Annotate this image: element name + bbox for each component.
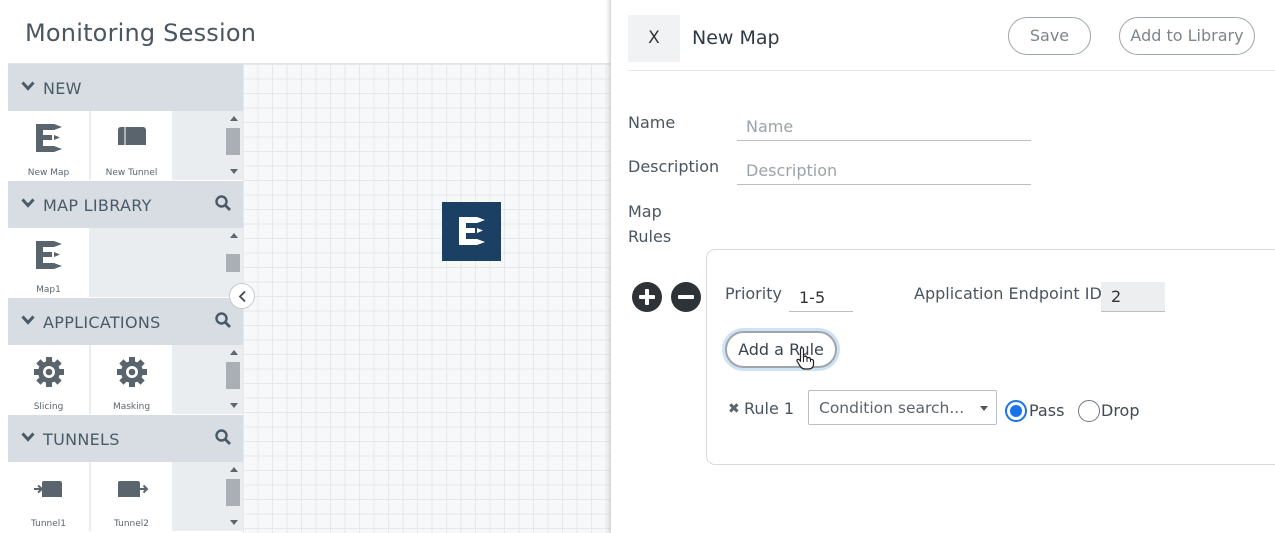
palette-item-label: New Map [27, 168, 70, 178]
add-rule-set-button[interactable] [632, 282, 662, 312]
gear-icon [34, 357, 64, 387]
new-map-drawer: X New Map Save Add to Library Name Descr… [610, 0, 1275, 533]
section-label: NEW [43, 79, 82, 98]
palette-item-map1[interactable]: Map1 [8, 228, 89, 297]
collapse-palette-button[interactable] [229, 283, 255, 309]
caret-down-icon [980, 406, 988, 411]
section-header-applications[interactable]: APPLICATIONS [8, 298, 243, 345]
palette-item-tunnel2[interactable]: Tunnel2 [91, 462, 172, 531]
priority-label: Priority [725, 284, 782, 303]
monitoring-session-panel: Monitoring Session NEW New Map New Tunne… [0, 0, 612, 533]
hand-pointer-icon [796, 347, 815, 370]
save-button[interactable]: Save [1008, 17, 1091, 55]
map-icon [36, 241, 62, 269]
rule-label: Rule 1 [744, 399, 795, 418]
section-body-map-library: Map1 [8, 228, 243, 297]
remove-rule-set-button[interactable] [671, 282, 701, 312]
section-label: MAP LIBRARY [43, 196, 152, 215]
condition-search-placeholder: Condition search... [819, 399, 965, 417]
tunnel-icon [34, 481, 62, 497]
pass-radio[interactable] [1005, 400, 1027, 422]
palette: NEW New Map New Tunnel MAP LIBRARY Map1 [8, 64, 243, 531]
palette-item-label: Tunnel1 [30, 519, 66, 529]
close-button[interactable]: X [628, 15, 680, 62]
description-label: Description [628, 157, 720, 176]
tunnel-icon [118, 481, 149, 497]
tunnel-icon [118, 127, 146, 145]
section-header-tunnels[interactable]: TUNNELS [8, 415, 243, 462]
description-input[interactable] [737, 157, 1031, 185]
section-body-new: New Map New Tunnel [8, 111, 243, 180]
application-endpoint-id-input[interactable] [1101, 282, 1165, 312]
chevron-down-icon [21, 81, 35, 91]
palette-item-new-tunnel[interactable]: New Tunnel [91, 111, 172, 180]
close-icon[interactable]: ✖ [728, 402, 740, 416]
session-canvas[interactable] [243, 64, 610, 533]
map-rules-label-line1: Map [628, 202, 662, 221]
chevron-down-icon [21, 315, 35, 325]
scrollbar[interactable] [225, 345, 242, 414]
scrollbar[interactable] [225, 462, 242, 531]
section-body-applications: Slicing Masking [8, 345, 243, 414]
map-icon [459, 217, 485, 245]
palette-item-label: Tunnel2 [113, 519, 149, 529]
drawer-title: New Map [692, 27, 780, 49]
search-icon[interactable] [214, 311, 232, 329]
palette-item-label: Slicing [33, 402, 64, 412]
application-endpoint-id-label: Application Endpoint ID [914, 284, 1102, 303]
pass-label[interactable]: Pass [1029, 401, 1064, 420]
map-rules-label-line2: Rules [628, 227, 672, 246]
section-body-tunnels: Tunnel1 Tunnel2 [8, 462, 243, 531]
palette-item-new-map[interactable]: New Map [8, 111, 89, 180]
drop-label[interactable]: Drop [1101, 401, 1140, 420]
palette-item-masking[interactable]: Masking [91, 345, 172, 414]
chevron-down-icon [21, 198, 35, 208]
gear-icon [117, 357, 147, 387]
palette-item-label: Map1 [36, 285, 61, 295]
canvas-map-node[interactable] [442, 202, 501, 261]
palette-item-label: New Tunnel [105, 168, 158, 178]
chevron-down-icon [21, 432, 35, 442]
priority-input[interactable] [789, 283, 853, 312]
palette-item-tunnel1[interactable]: Tunnel1 [8, 462, 89, 531]
search-icon[interactable] [214, 194, 232, 212]
section-header-map-library[interactable]: MAP LIBRARY [8, 181, 243, 228]
divider [628, 70, 1275, 71]
add-to-library-button[interactable]: Add to Library [1119, 17, 1255, 55]
scrollbar[interactable] [225, 111, 242, 180]
palette-item-label: Masking [112, 402, 151, 412]
condition-search-select[interactable]: Condition search... [808, 390, 997, 425]
name-input[interactable] [737, 113, 1031, 141]
section-label: TUNNELS [43, 430, 120, 449]
section-header-new[interactable]: NEW [8, 64, 243, 111]
section-label: APPLICATIONS [43, 313, 161, 332]
page-title: Monitoring Session [25, 19, 257, 47]
map-icon [36, 124, 62, 152]
name-label: Name [628, 113, 676, 132]
drop-radio[interactable] [1078, 400, 1100, 422]
palette-item-slicing[interactable]: Slicing [8, 345, 89, 414]
chevron-left-icon [238, 290, 246, 303]
add-a-rule-button[interactable]: Add a Rule [725, 331, 837, 368]
search-icon[interactable] [214, 428, 232, 446]
